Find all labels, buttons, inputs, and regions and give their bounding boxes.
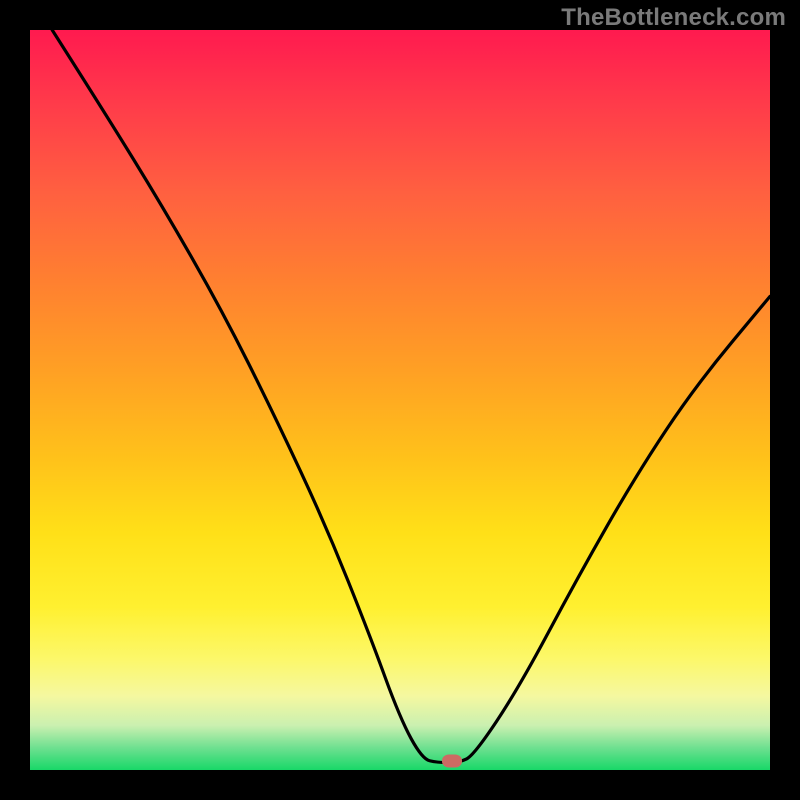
chart-frame: TheBottleneck.com [0,0,800,800]
watermark-label: TheBottleneck.com [561,4,786,32]
bottleneck-curve [30,30,770,770]
plot-area [30,30,770,770]
minimum-marker [442,755,462,768]
